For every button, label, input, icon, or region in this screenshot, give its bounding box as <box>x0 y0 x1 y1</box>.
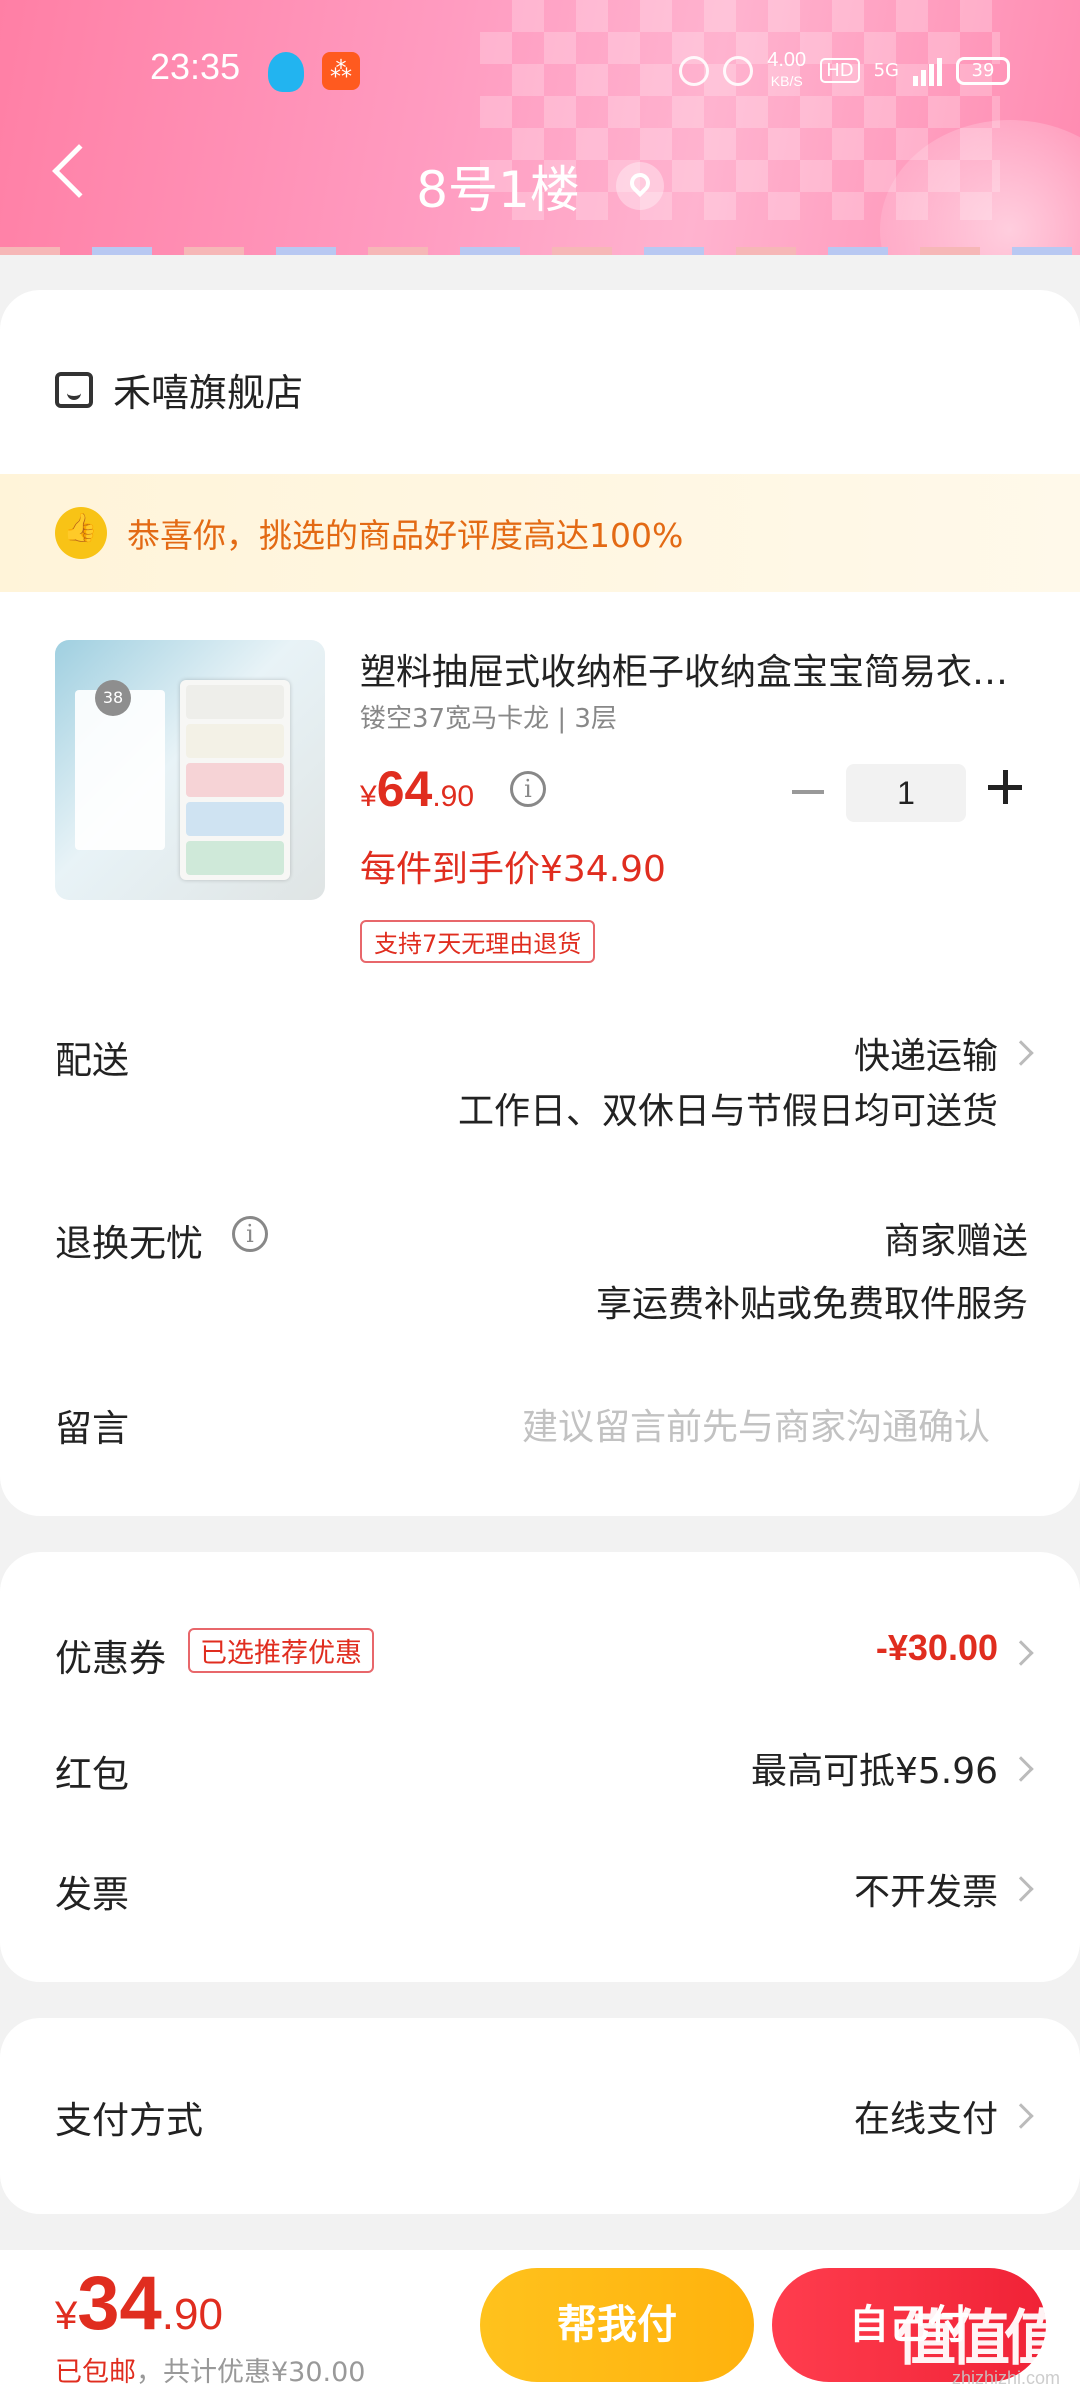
total-price: ¥34.90 <box>55 2260 223 2347</box>
shipping-note: 工作日、双休日与节假日均可送货 <box>457 1091 998 1132</box>
returns-value: 商家赠送 <box>883 1221 1028 1262</box>
checkout-bar: ¥34.90 已包邮，共计优惠¥30.00 帮我付 自己付 值值值 zhizhi… <box>0 2250 1080 2400</box>
status-time: 23:35 <box>150 46 241 87</box>
coupon-label: 优惠券 <box>55 1637 166 1680</box>
product-title[interactable]: 塑料抽屉式收纳柜子收纳盒宝宝简易衣柜储物柜 <box>360 643 1020 695</box>
payment-chevron-icon[interactable] <box>1008 2103 1034 2129</box>
store-header[interactable]: 禾嘻旗舰店 <box>55 362 303 417</box>
discount-card: 优惠券 已选推荐优惠 -¥30.00 红包 最高可抵¥5.96 发票 不开发票 <box>0 1552 1080 1982</box>
thumbs-up-icon <box>55 507 107 559</box>
total-decimal: .90 <box>161 2290 223 2339</box>
coupon-chevron-icon[interactable] <box>1008 1640 1034 1666</box>
product-image-cabinet <box>180 680 290 880</box>
returns-note: 享运费补贴或免费取件服务 <box>595 1284 1028 1325</box>
signal-icon <box>913 56 942 86</box>
network-speed-value: 4.00 <box>767 49 807 71</box>
network-speed-unit: KB/S <box>770 73 803 89</box>
header-background: 23:35 ⁂ 4.00 KB/S HD 5G 39 8号1楼 <box>0 0 1080 255</box>
quantity-plus-button[interactable] <box>988 770 1022 804</box>
returns-info-icon[interactable]: i <box>232 1216 268 1252</box>
invoice-chevron-icon[interactable] <box>1008 1876 1034 1902</box>
envelope-stripe <box>0 247 1080 255</box>
price-decimal: .90 <box>432 780 475 813</box>
price-currency: ¥ <box>360 780 377 813</box>
shipping-label: 配送 <box>55 1039 129 1082</box>
coupon-value[interactable]: -¥30.00 <box>876 1627 998 1669</box>
rating-banner-text: 恭喜你，挑选的商品好评度高达100% <box>127 516 684 555</box>
payment-value[interactable]: 在线支付 <box>854 2090 998 2142</box>
quantity-minus-button[interactable] <box>792 790 824 794</box>
hd-icon: HD <box>820 58 860 83</box>
payment-card: 支付方式 在线支付 <box>0 2018 1080 2214</box>
alarm-icon <box>679 55 710 86</box>
free-shipping-text: 已包邮 <box>55 2357 136 2388</box>
invoice-label: 发票 <box>55 1873 129 1916</box>
total-note: 已包邮，共计优惠¥30.00 <box>55 2350 365 2389</box>
price-info-icon[interactable]: i <box>510 771 546 807</box>
invoice-value[interactable]: 不开发票 <box>854 1863 998 1915</box>
location-pin-icon[interactable] <box>615 162 664 210</box>
discount-note: ，共计优惠¥30.00 <box>136 2357 366 2388</box>
address-title-text: 8号1楼 <box>416 161 580 219</box>
red-packet-value[interactable]: 最高可抵¥5.96 <box>751 1742 998 1794</box>
qq-notification-icon <box>268 52 304 92</box>
address-title[interactable]: 8号1楼 <box>0 150 1080 222</box>
total-currency: ¥ <box>55 2294 78 2338</box>
return-policy-tag: 支持7天无理由退货 <box>360 920 596 963</box>
watermark-url: zhizhizhi.com <box>951 2368 1060 2388</box>
app-notification-icon: ⁂ <box>322 52 360 90</box>
product-image[interactable]: 38 <box>55 640 325 900</box>
battery-icon: 39 <box>956 56 1010 85</box>
nav-bar: 8号1楼 <box>0 130 1080 230</box>
order-card: 禾嘻旗舰店 恭喜你，挑选的商品好评度高达100% 38 塑料抽屉式收纳柜子收纳盒… <box>0 290 1080 1516</box>
message-label: 留言 <box>55 1407 129 1450</box>
quantity-input[interactable]: 1 <box>846 764 966 822</box>
status-bar: 23:35 ⁂ 4.00 KB/S HD 5G 39 <box>0 40 1080 100</box>
product-price: ¥64.90 <box>360 760 474 818</box>
red-packet-label: 红包 <box>55 1753 129 1796</box>
shipping-chevron-icon[interactable] <box>1008 1040 1034 1066</box>
red-packet-chevron-icon[interactable] <box>1008 1756 1034 1782</box>
payment-label: 支付方式 <box>55 2099 203 2142</box>
coupon-tag: 已选推荐优惠 <box>188 1628 374 1673</box>
total-integer: 34 <box>77 2261 162 2346</box>
network-speed: 4.00 KB/S <box>767 50 806 91</box>
store-name: 禾嘻旗舰店 <box>113 371 304 415</box>
status-right-group: 4.00 KB/S HD 5G 39 <box>679 50 1010 91</box>
product-spec[interactable]: 镂空37宽马卡龙 | 3层 <box>360 698 617 735</box>
help-me-pay-button[interactable]: 帮我付 <box>480 2268 754 2382</box>
network-type: 5G <box>873 60 899 81</box>
rating-banner: 恭喜你，挑选的商品好评度高达100% <box>0 474 1080 592</box>
store-icon <box>55 371 93 408</box>
message-input[interactable]: 建议留言前先与商家沟通确认 <box>522 1398 990 1450</box>
final-unit-price: 每件到手价¥34.90 <box>360 849 666 890</box>
price-integer: 64 <box>376 761 433 817</box>
watermark-logo: 值值值 <box>896 2304 1064 2374</box>
returns-label: 退换无忧 <box>55 1222 203 1265</box>
mute-bell-icon <box>723 55 754 86</box>
product-image-badge: 38 <box>95 680 131 716</box>
shipping-method[interactable]: 快递运输 <box>854 1027 998 1079</box>
